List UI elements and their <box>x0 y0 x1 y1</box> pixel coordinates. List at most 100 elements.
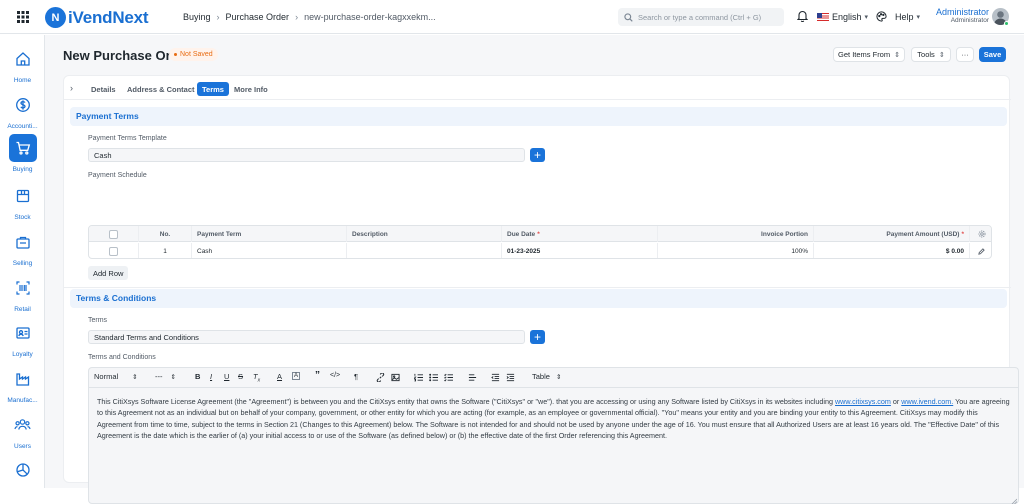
text-color-icon[interactable]: A <box>277 372 282 381</box>
chevron-updown-icon: ⇕ <box>894 51 900 59</box>
get-items-from-button[interactable]: Get Items From ⇕ <box>833 47 905 62</box>
add-row-button[interactable]: Add Row <box>88 266 129 280</box>
breadcrumb-purchase-order[interactable]: Purchase Order <box>226 12 290 22</box>
bullet-list-icon[interactable] <box>429 373 438 382</box>
notification-bell-icon[interactable] <box>797 10 808 22</box>
language-selector[interactable]: English ▾ <box>817 12 868 22</box>
sidebar-item-reports[interactable] <box>0 456 45 484</box>
strikethrough-icon[interactable]: S <box>238 372 243 381</box>
payment-terms-section-header[interactable]: Payment Terms <box>70 107 1007 126</box>
save-label: Save <box>983 50 1002 59</box>
sidebar-item-selling[interactable]: Selling <box>0 228 45 267</box>
app-grid-icon[interactable] <box>17 11 29 23</box>
font-size-select[interactable]: --- ⇕ <box>155 372 176 381</box>
col-description: Description <box>347 226 502 242</box>
form-card: › Details Address & Contact Terms More I… <box>63 75 1019 504</box>
cell-payment-term[interactable]: Cash <box>192 243 347 258</box>
code-block-icon[interactable]: </> <box>330 372 340 379</box>
tools-label: Tools <box>917 50 935 59</box>
bold-icon[interactable]: B <box>195 372 200 381</box>
select-all-checkbox[interactable] <box>109 229 118 239</box>
sidebar-item-retail[interactable]: Retail <box>0 274 45 313</box>
terms-field[interactable]: Standard Terms and Conditions <box>88 330 525 344</box>
indent-icon[interactable] <box>506 373 515 382</box>
sidebar-item-label: Buying <box>12 166 33 173</box>
col-payment-amount: Payment Amount (USD) * <box>814 226 970 242</box>
row-checkbox[interactable] <box>109 246 118 256</box>
italic-icon[interactable]: I <box>210 372 212 381</box>
sidebar-item-label: Stock <box>14 214 31 221</box>
cell-description[interactable] <box>347 243 502 258</box>
text-style-value: Normal <box>94 372 119 381</box>
sidebar-item-accounting[interactable]: Accounti... <box>0 91 45 130</box>
ivend-link[interactable]: www.ivend.com. <box>901 397 953 406</box>
selling-icon <box>9 228 37 256</box>
table-row[interactable]: 1 Cash 01-23-2025 100% $ 0.00 <box>89 243 991 258</box>
more-actions-button[interactable]: ··· <box>956 47 974 62</box>
terms-label: Terms <box>88 317 108 324</box>
help-menu[interactable]: Help ▾ <box>895 12 920 22</box>
citixsys-link[interactable]: www.citixsys.com <box>835 397 891 406</box>
help-label: Help <box>895 12 914 22</box>
section-title: Payment Terms <box>76 111 139 121</box>
ordered-list-icon[interactable] <box>414 373 423 382</box>
tools-button[interactable]: Tools ⇕ <box>911 47 951 62</box>
chevron-updown-icon: ⇕ <box>555 374 562 381</box>
payment-terms-template-field[interactable]: Cash <box>88 148 525 162</box>
chevron-right-icon[interactable]: › <box>70 83 73 93</box>
sidebar-item-loyalty[interactable]: Loyalty <box>0 319 45 358</box>
save-button[interactable]: Save <box>979 47 1006 62</box>
terms-editor[interactable]: This CitiXsys Software License Agreement… <box>88 387 1019 504</box>
status-badge: Not Saved <box>169 48 218 61</box>
sidebar-item-home[interactable]: Home <box>0 45 45 84</box>
table-select[interactable]: Table ⇕ <box>532 372 561 381</box>
image-icon[interactable] <box>391 373 400 382</box>
align-icon[interactable] <box>468 373 477 382</box>
tab-details[interactable]: Details <box>86 82 121 96</box>
background-color-icon[interactable]: A <box>292 372 301 380</box>
tab-more-info[interactable]: More Info <box>229 82 273 96</box>
accounting-icon <box>9 91 37 119</box>
cell-invoice-portion[interactable]: 100% <box>658 243 814 258</box>
column-settings-icon[interactable] <box>970 226 991 242</box>
font-size-value: --- <box>155 372 163 381</box>
terms-section-header[interactable]: Terms & Conditions <box>70 289 1007 308</box>
users-icon <box>9 411 37 439</box>
language-label: English <box>832 12 862 22</box>
paragraph-direction-icon[interactable]: ¶ <box>354 372 358 381</box>
add-payment-terms-template-button[interactable]: + <box>530 148 545 162</box>
sidebar-item-label: Users <box>14 443 31 450</box>
select-all-cell <box>89 226 139 242</box>
sidebar-item-manufacturing[interactable]: Manufac... <box>0 365 45 404</box>
sidebar-item-stock[interactable]: Stock <box>0 182 45 221</box>
blockquote-icon[interactable]: ” <box>315 370 320 381</box>
theme-palette-icon[interactable] <box>876 11 887 22</box>
plus-icon: + <box>533 148 541 162</box>
sidebar-item-users[interactable]: Users <box>0 411 45 450</box>
cell-due-date[interactable]: 01-23-2025 <box>502 243 658 258</box>
get-items-label: Get Items From <box>838 50 891 59</box>
resize-handle-icon[interactable] <box>1011 498 1017 504</box>
breadcrumb-current: new-purchase-order-kagxxekm... <box>304 12 436 22</box>
checklist-icon[interactable] <box>444 373 453 382</box>
cell-payment-amount[interactable]: $ 0.00 <box>814 243 970 258</box>
outdent-icon[interactable] <box>491 373 500 382</box>
tab-terms[interactable]: Terms <box>197 82 229 96</box>
text-style-select[interactable]: Normal ⇕ <box>94 372 138 381</box>
add-terms-button[interactable]: + <box>530 330 545 344</box>
edit-row-icon[interactable] <box>970 243 991 258</box>
clear-format-icon[interactable]: Tx <box>253 372 260 384</box>
link-icon[interactable] <box>376 373 385 382</box>
breadcrumb-buying[interactable]: Buying <box>183 12 211 22</box>
payment-schedule-table: No. Payment Term Description Due Date * I… <box>88 225 992 259</box>
field-value: Cash <box>94 150 112 160</box>
search-input[interactable]: Search or type a command (Ctrl + G) <box>618 8 784 26</box>
col-due-date: Due Date * <box>502 226 658 242</box>
underline-icon[interactable]: U <box>224 372 229 381</box>
user-role: Administrator <box>950 17 989 24</box>
sidebar-item-buying[interactable]: Buying <box>0 134 45 173</box>
user-menu[interactable]: Administrator Administrator <box>930 7 989 24</box>
tab-address-contact[interactable]: Address & Contact <box>122 82 200 96</box>
chevron-updown-icon: ⇕ <box>132 374 138 381</box>
app-logo[interactable]: N iVendNext <box>45 7 149 28</box>
